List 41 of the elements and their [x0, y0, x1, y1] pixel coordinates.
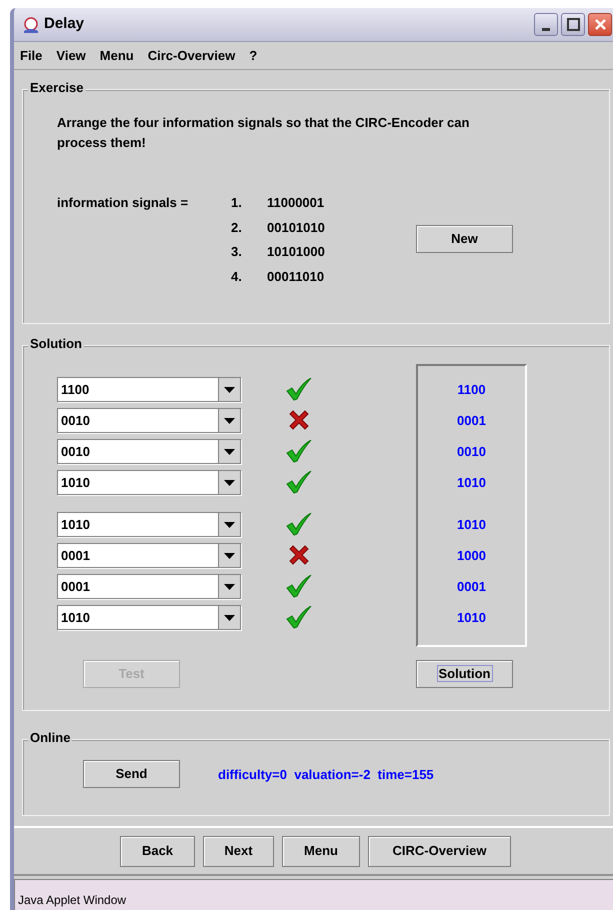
solution-value: 1100: [456, 381, 487, 399]
send-button[interactable]: Send: [83, 760, 180, 788]
signal-number: 4.: [231, 268, 242, 286]
menu-item[interactable]: File: [20, 46, 42, 66]
solution-value: 1010: [456, 516, 487, 534]
nav-button[interactable]: CIRC-Overview: [368, 836, 511, 866]
dropdown-field[interactable]: 0010: [57, 408, 241, 433]
signal-number: 2.: [231, 218, 242, 237]
dropdown-field[interactable]: 1100: [57, 377, 241, 402]
menu-item[interactable]: Circ-Overview: [148, 46, 236, 66]
instruction-text: Arrange the four information signals so that the CIRC-Encoder can process them!: [57, 114, 470, 152]
solution-value: 0001: [456, 578, 487, 596]
signal-value: 10101000: [267, 243, 325, 262]
solution-value: 0001: [456, 412, 487, 430]
solution-value: 1010: [456, 474, 487, 492]
menu-item[interactable]: ?: [249, 46, 258, 66]
status-bar-text: Java Applet Window: [18, 893, 126, 907]
solution-button[interactable]: Solution: [416, 660, 513, 688]
solution-value: 1000: [456, 547, 487, 565]
dropdown-field[interactable]: 0001: [57, 574, 241, 599]
menu-item[interactable]: Menu: [100, 46, 134, 66]
signal-number: 1.: [231, 194, 242, 212]
dropdown-field[interactable]: 0010: [57, 439, 241, 464]
nav-button[interactable]: Next: [203, 836, 274, 866]
signal-value: 00101010: [267, 218, 325, 237]
signal-value: 11000001: [267, 194, 324, 212]
signal-value: 00011010: [267, 268, 324, 286]
dropdown-field[interactable]: 1010: [57, 512, 241, 537]
solution-value: 0010: [456, 443, 487, 461]
solution-value: 1010: [456, 609, 487, 627]
dropdown-field[interactable]: 1010: [57, 470, 241, 495]
window-title: Delay: [44, 14, 84, 34]
nav-button[interactable]: Menu: [282, 836, 360, 866]
dropdown-field[interactable]: 0001: [57, 543, 241, 568]
signal-number: 3.: [231, 243, 242, 262]
nav-button[interactable]: Back: [120, 836, 195, 866]
online-status-text: difficulty=0 valuation=-2 time=155: [218, 766, 434, 784]
new-button[interactable]: New: [416, 225, 513, 253]
dropdown-field[interactable]: 1010: [57, 605, 241, 630]
menu-item[interactable]: View: [56, 46, 86, 66]
signals-label: information signals =: [57, 194, 188, 212]
